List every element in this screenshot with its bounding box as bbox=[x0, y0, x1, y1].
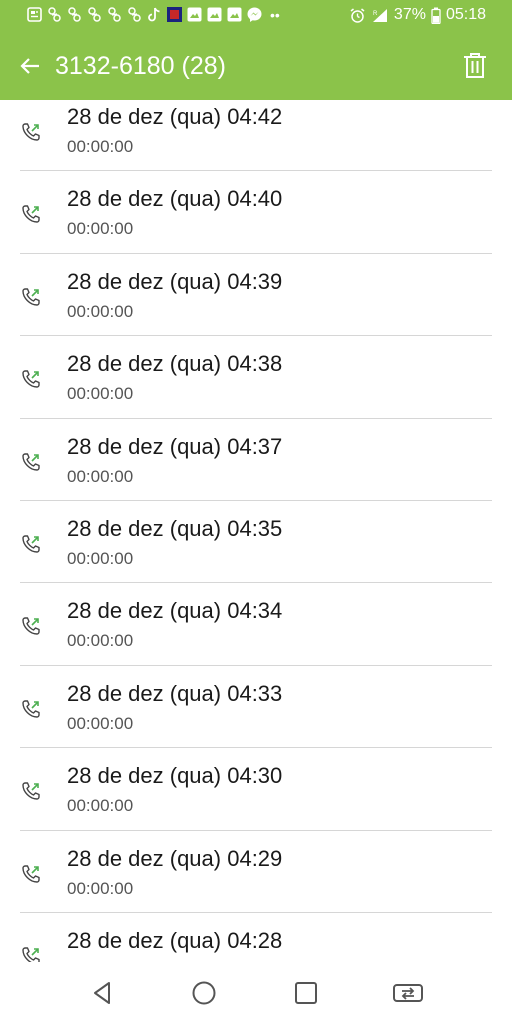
call-duration: 00:00:00 bbox=[67, 548, 134, 568]
call-date: 28 de dez (qua) 04:30 bbox=[67, 763, 283, 789]
outgoing-call-icon bbox=[20, 203, 42, 225]
call-date: 28 de dez (qua) 04:42 bbox=[67, 104, 283, 129]
news-icon bbox=[26, 6, 43, 23]
app-notification-icon bbox=[106, 6, 123, 23]
call-duration: 00:00:00 bbox=[67, 713, 134, 733]
call-date: 28 de dez (qua) 04:28 bbox=[67, 927, 283, 953]
call-log-item[interactable]: 28 de dez (qua) 04:38 00:00:00 bbox=[0, 336, 512, 419]
image-icon bbox=[186, 6, 203, 23]
call-duration: 00:00:00 bbox=[67, 631, 134, 651]
call-duration: 00:00:00 bbox=[67, 796, 134, 816]
circle-home-icon bbox=[192, 981, 216, 1005]
call-log-item[interactable]: 28 de dez (qua) 04:39 00:00:00 bbox=[0, 254, 512, 337]
nav-back-button[interactable] bbox=[86, 977, 118, 1009]
back-button[interactable] bbox=[12, 48, 48, 84]
outgoing-call-icon bbox=[20, 533, 42, 555]
nav-recents-button[interactable] bbox=[290, 977, 322, 1009]
outgoing-call-icon bbox=[20, 698, 42, 720]
call-date: 28 de dez (qua) 04:29 bbox=[67, 845, 283, 871]
signal-icon: R bbox=[371, 7, 389, 24]
system-status: R 37% 05:18 bbox=[349, 6, 486, 24]
header: •• R 37% 05:18 3132-6180 (28) bbox=[0, 0, 512, 100]
call-duration: 00:00:00 bbox=[67, 878, 134, 898]
trash-icon bbox=[464, 53, 486, 78]
outgoing-call-icon bbox=[20, 368, 42, 390]
delete-button[interactable] bbox=[458, 48, 492, 84]
call-log-item[interactable]: 28 de dez (qua) 04:34 00:00:00 bbox=[0, 583, 512, 666]
call-log-item[interactable]: 28 de dez (qua) 04:29 00:00:00 bbox=[0, 831, 512, 913]
tiktok-icon bbox=[146, 6, 163, 23]
outgoing-call-icon bbox=[20, 451, 42, 473]
app-notification-icon bbox=[46, 6, 63, 23]
app-notification-icon bbox=[66, 6, 83, 23]
call-duration: 00:00:00 bbox=[67, 137, 134, 156]
call-duration: 00:00:00 bbox=[67, 384, 134, 404]
app-bar: 3132-6180 (28) bbox=[0, 32, 512, 100]
image-icon bbox=[206, 6, 223, 23]
switch-apps-icon bbox=[393, 984, 423, 1002]
navigation-bar bbox=[0, 962, 512, 1024]
outgoing-call-icon bbox=[20, 863, 42, 885]
call-duration: 00:00:00 bbox=[67, 466, 134, 486]
notification-icons: •• bbox=[26, 6, 280, 23]
outgoing-call-icon bbox=[20, 615, 42, 637]
call-log-item[interactable]: 28 de dez (qua) 04:37 00:00:00 bbox=[0, 419, 512, 501]
nav-home-button[interactable] bbox=[188, 977, 220, 1009]
call-log-item[interactable]: 28 de dez (qua) 04:40 00:00:00 bbox=[0, 171, 512, 254]
call-duration: 00:00:00 bbox=[67, 219, 134, 239]
image-icon bbox=[226, 6, 243, 23]
outgoing-call-icon bbox=[20, 121, 42, 143]
call-date: 28 de dez (qua) 04:39 bbox=[67, 268, 283, 294]
app-notification-icon bbox=[126, 6, 143, 23]
blue-app-icon bbox=[166, 6, 183, 23]
call-date: 28 de dez (qua) 04:38 bbox=[67, 351, 283, 377]
call-date: 28 de dez (qua) 04:34 bbox=[67, 598, 283, 624]
messenger-icon bbox=[246, 6, 263, 23]
more-notifications-indicator: •• bbox=[270, 6, 280, 23]
svg-text:R: R bbox=[373, 11, 378, 17]
call-log-list[interactable]: 28 de dez (qua) 04:42 00:00:00 28 de dez (… bbox=[0, 100, 512, 962]
call-log-item[interactable]: 28 de dez (qua) 04:28 bbox=[0, 913, 512, 962]
outgoing-call-icon bbox=[20, 286, 42, 308]
battery-icon bbox=[431, 7, 441, 24]
call-duration: 00:00:00 bbox=[67, 301, 134, 321]
page-title: 3132-6180 (28) bbox=[55, 52, 226, 80]
arrow-left-icon bbox=[20, 58, 39, 74]
app-notification-icon bbox=[86, 6, 103, 23]
outgoing-call-icon bbox=[20, 945, 42, 962]
call-log-item[interactable]: 28 de dez (qua) 04:33 00:00:00 bbox=[0, 666, 512, 749]
battery-percent: 37% bbox=[393, 6, 426, 23]
square-recents-icon bbox=[295, 982, 317, 1004]
clock: 05:18 bbox=[445, 6, 486, 23]
call-log-item[interactable]: 28 de dez (qua) 04:30 00:00:00 bbox=[0, 748, 512, 831]
call-date: 28 de dez (qua) 04:35 bbox=[67, 515, 283, 541]
call-date: 28 de dez (qua) 04:40 bbox=[67, 186, 283, 212]
call-log-item[interactable]: 28 de dez (qua) 04:42 00:00:00 bbox=[0, 100, 512, 172]
call-history-screen: •• R 37% 05:18 3132-6180 (28) 28 de dez … bbox=[0, 0, 512, 1024]
call-date: 28 de dez (qua) 04:37 bbox=[67, 433, 283, 459]
triangle-back-icon bbox=[94, 982, 110, 1004]
nav-switch-apps-button[interactable] bbox=[392, 977, 424, 1009]
call-date: 28 de dez (qua) 04:33 bbox=[67, 680, 283, 706]
status-bar: •• R 37% 05:18 bbox=[0, 0, 512, 32]
alarm-icon bbox=[349, 7, 366, 24]
call-log-item[interactable]: 28 de dez (qua) 04:35 00:00:00 bbox=[0, 501, 512, 584]
outgoing-call-icon bbox=[20, 780, 42, 802]
